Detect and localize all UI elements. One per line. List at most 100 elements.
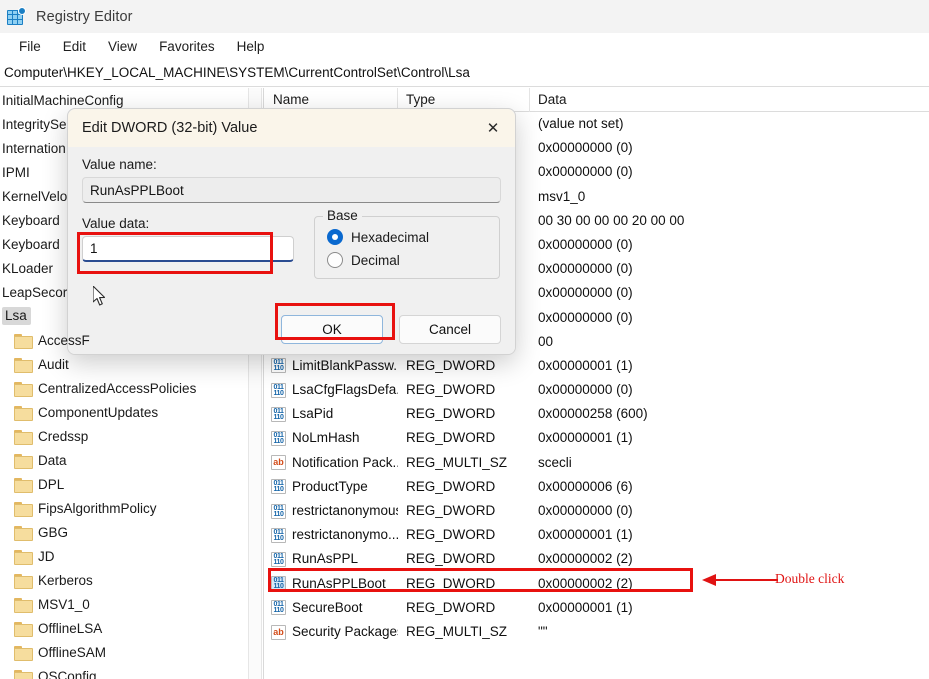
registry-path: Computer\HKEY_LOCAL_MACHINE\SYSTEM\Curre… [4, 65, 470, 80]
tree-item-componentupdates[interactable]: ComponentUpdates [0, 400, 248, 424]
column-header-data[interactable]: Data [530, 88, 910, 112]
radio-decimal-indicator[interactable] [327, 252, 343, 268]
value-name-text: LsaPid [292, 406, 334, 422]
tree-item-label: ComponentUpdates [38, 404, 159, 420]
folder-icon [14, 477, 33, 493]
tree-item-label: Credssp [38, 428, 89, 444]
value-data-cell: 0x00000001 (1) [538, 357, 633, 373]
tree-item-offlinesam[interactable]: OfflineSAM [0, 640, 248, 664]
tree-item-gbg[interactable]: GBG [0, 520, 248, 544]
dword-value-icon: 011110 [271, 551, 286, 567]
folder-icon [14, 381, 33, 397]
base-radio-group: Base Hexadecimal Decimal [314, 208, 500, 279]
tree-item-label: OfflineLSA [38, 620, 103, 636]
table-row[interactable]: 011 110 LsaCfgFlagsDefa... REG_DWORD 0x00000… [265, 378, 929, 402]
value-type-cell: REG_DWORD [406, 382, 496, 398]
value-data-label: Value data: [82, 216, 150, 231]
menu-help[interactable]: Help [226, 37, 276, 56]
value-name-text: SecureBoot [292, 599, 363, 615]
value-data-cell: 00 30 00 00 00 20 00 00 [538, 212, 685, 228]
dword-value-icon: 011110 [271, 358, 286, 374]
tree-item-msv1-0[interactable]: MSV1_0 [0, 592, 248, 616]
radio-decimal[interactable]: Decimal [327, 252, 489, 268]
table-row[interactable]: ab Security Packages REG_MULTI_SZ "" [265, 620, 929, 644]
value-data-input[interactable] [82, 236, 294, 262]
table-row[interactable]: 011 110 restrictanonymo... REG_DWORD 0x00000… [265, 523, 929, 547]
value-data-cell: 0x00000001 (1) [538, 430, 633, 446]
string-value-icon: ab [271, 455, 286, 471]
tree-item-dpl[interactable]: DPL [0, 472, 248, 496]
folder-icon [14, 669, 33, 679]
dialog-title: Edit DWORD (32-bit) Value [82, 120, 258, 136]
tree-item-data[interactable]: Data [0, 448, 248, 472]
value-data-cell: 0x00000000 (0) [538, 503, 633, 518]
table-row[interactable]: 011 110 ProductType REG_DWORD 0x00000006 (6) [265, 475, 929, 499]
value-data-cell: (value not set) [538, 116, 624, 131]
folder-icon [14, 453, 33, 469]
value-name-input[interactable] [82, 177, 501, 203]
value-name-text: Notification Pack... [292, 454, 398, 470]
value-name-text: LsaCfgFlagsDefa... [292, 382, 398, 398]
tree-item-centralizedaccesspolicies[interactable]: CentralizedAccessPolicies [0, 376, 248, 400]
menu-file[interactable]: File [8, 37, 52, 56]
tree-item-fipsalgorithmpolicy[interactable]: FipsAlgorithmPolicy [0, 496, 248, 520]
folder-icon [14, 597, 33, 613]
address-bar[interactable]: Computer\HKEY_LOCAL_MACHINE\SYSTEM\Curre… [0, 59, 929, 87]
value-name-cell: 011 110 LsaCfgFlagsDefa... [265, 378, 398, 402]
value-name-cell: 011 110 NoLmHash [265, 426, 398, 450]
table-row[interactable]: 011 110 RunAsPPL REG_DWORD 0x00000002 (2) [265, 547, 929, 571]
radio-hexadecimal-indicator[interactable] [327, 229, 343, 245]
dword-value-icon: 011110 [271, 527, 286, 543]
value-data-cell: 00 [538, 333, 554, 349]
dialog-button-row: OK Cancel [281, 315, 501, 344]
dword-value-icon: 011110 [271, 406, 286, 422]
close-icon[interactable]: ✕ [471, 109, 515, 147]
string-value-icon: ab [271, 624, 286, 640]
value-name-cell: 011 110 RunAsPPL [265, 547, 398, 571]
value-data-cell: 0x00000006 (6) [538, 478, 633, 494]
value-name-text: restrictanonymous [292, 503, 398, 518]
table-row[interactable]: 011 110 LimitBlankPassw... REG_DWORD 0x00000… [265, 354, 929, 378]
dword-value-icon: 011110 [271, 576, 286, 592]
value-name-cell: 011 110 restrictanonymous [265, 499, 398, 523]
tree-item-audit[interactable]: Audit [0, 352, 248, 376]
value-type-cell: REG_DWORD [406, 478, 496, 494]
tree-item-label: FipsAlgorithmPolicy [38, 500, 157, 516]
value-name-cell: 011 110 ProductType [265, 475, 398, 499]
value-type-cell: REG_DWORD [406, 406, 496, 422]
value-name-cell: 011 110 LimitBlankPassw... [265, 354, 398, 378]
table-row[interactable]: 011 110 LsaPid REG_DWORD 0x00000258 (600) [265, 402, 929, 426]
value-type-cell: REG_DWORD [406, 551, 496, 567]
table-row[interactable]: ab Notification Pack... REG_MULTI_SZ scecli [265, 451, 929, 475]
value-type-cell: REG_DWORD [406, 527, 496, 543]
menu-edit[interactable]: Edit [52, 37, 97, 56]
value-name-cell: 011 110 SecureBoot [265, 596, 398, 620]
radio-hexadecimal[interactable]: Hexadecimal [327, 229, 489, 245]
table-row[interactable]: 011 110 restrictanonymous REG_DWORD 0x000000… [265, 499, 929, 523]
folder-icon [14, 405, 33, 421]
table-row[interactable]: 011 110 SecureBoot REG_DWORD 0x00000001 (1) [265, 596, 929, 620]
value-type-cell: REG_MULTI_SZ [406, 454, 508, 470]
menu-favorites[interactable]: Favorites [148, 37, 226, 56]
ok-button[interactable]: OK [281, 315, 383, 344]
value-name-cell: ab Notification Pack... [265, 451, 398, 475]
folder-icon [14, 333, 33, 349]
tree-item-offlinelsa[interactable]: OfflineLSA [0, 616, 248, 640]
tree-item-label: GBG [38, 524, 69, 540]
table-row[interactable]: 011 110 NoLmHash REG_DWORD 0x00000001 (1) [265, 426, 929, 450]
menu-view[interactable]: View [97, 37, 148, 56]
tree-item-osconfig[interactable]: OSConfig [0, 664, 248, 679]
tree-item-label: AccessF [38, 332, 90, 348]
tree-item-label: KLoader [2, 260, 54, 276]
value-name-label: Value name: [82, 157, 157, 172]
value-data-cell: 0x00000001 (1) [538, 527, 633, 543]
value-data-cell: 0x00000000 (0) [538, 164, 633, 180]
tree-item-credssp[interactable]: Credssp [0, 424, 248, 448]
tree-item-kerberos[interactable]: Kerberos [0, 568, 248, 592]
tree-item-label: Lsa [2, 307, 31, 325]
value-data-cell: 0x00000001 (1) [538, 599, 633, 615]
cancel-button[interactable]: Cancel [399, 315, 501, 344]
tree-item-jd[interactable]: JD [0, 544, 248, 568]
value-data-cell: 0x00000000 (0) [538, 140, 633, 156]
registry-editor-window: Registry Editor File Edit View Favorites… [0, 0, 929, 679]
